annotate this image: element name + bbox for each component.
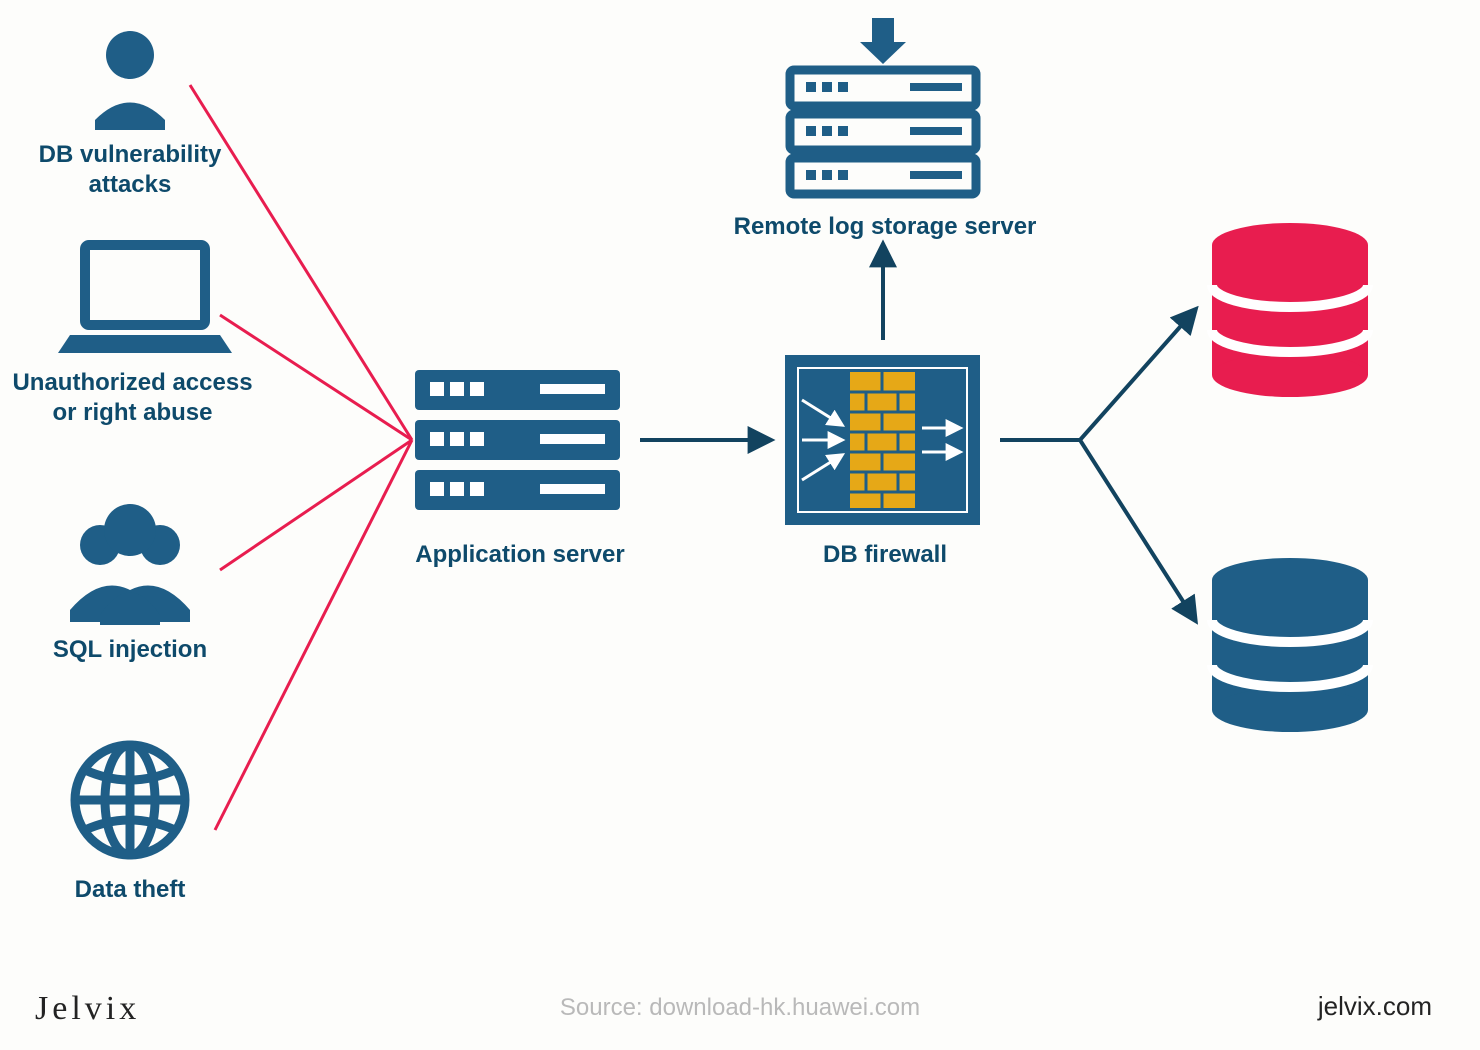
footer-site: jelvix.com <box>1318 991 1432 1022</box>
label-db-firewall: DB firewall <box>790 540 980 570</box>
label-db-vuln: DB vulnerabilityattacks <box>20 140 240 200</box>
group-icon <box>70 504 190 625</box>
globe-icon <box>75 745 185 855</box>
footer-source: Source: download-hk.huawei.com <box>0 994 1480 1022</box>
database-blue-icon <box>1212 558 1368 732</box>
app-server-icon <box>415 370 620 510</box>
log-server-icon <box>790 18 976 194</box>
arrows-firewall-to-db <box>1000 310 1195 620</box>
diagram-canvas: DB vulnerabilityattacks Unauthorized acc… <box>0 0 1480 1050</box>
laptop-icon <box>58 245 232 353</box>
database-red-icon <box>1212 223 1368 397</box>
label-sql-injection: SQL injection <box>30 635 230 665</box>
label-data-theft: Data theft <box>30 875 230 905</box>
db-firewall-icon <box>785 355 980 525</box>
label-log-server: Remote log storage server <box>715 212 1055 242</box>
label-unauthorized: Unauthorized accessor right abuse <box>5 368 260 428</box>
person-icon <box>95 31 165 130</box>
label-app-server: Application server <box>400 540 640 570</box>
